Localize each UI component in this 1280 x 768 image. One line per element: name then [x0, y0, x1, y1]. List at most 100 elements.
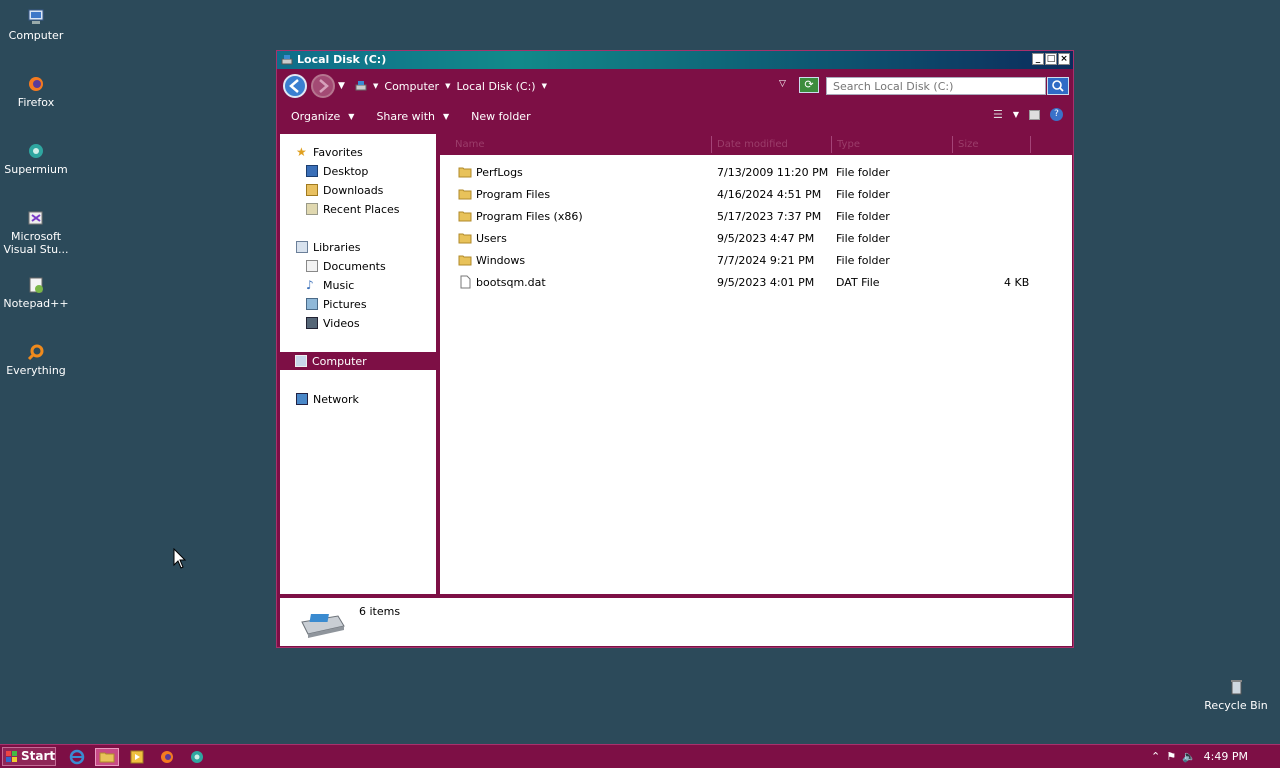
column-divider[interactable]	[711, 136, 712, 153]
chevron-down-icon[interactable]: ▼	[445, 82, 450, 90]
file-date: 4/16/2024 4:51 PM	[717, 188, 822, 201]
file-size: 4 KB	[1004, 276, 1030, 289]
nav-label: Music	[323, 278, 355, 292]
command-bar: Organize ▼ Share with ▼ New folder ☰ ▼ ?	[277, 101, 1073, 131]
share-with-button[interactable]: Share with ▼	[376, 110, 449, 123]
column-header-name[interactable]: Name	[455, 139, 485, 150]
nav-computer[interactable]: Computer	[280, 352, 436, 370]
file-list: Name Date modified Type Size PerfLogs 7/…	[440, 134, 1072, 594]
breadcrumb[interactable]: ▼ Computer ▼ Local Disk (C:) ▼	[355, 77, 797, 95]
explorer-taskbar-button[interactable]	[95, 748, 119, 766]
column-divider[interactable]	[831, 136, 832, 153]
start-button[interactable]: Start	[2, 747, 56, 766]
nav-downloads[interactable]: Downloads	[306, 181, 383, 199]
maximize-button[interactable]: □	[1045, 53, 1057, 65]
nav-pictures[interactable]: Pictures	[306, 295, 367, 313]
column-divider[interactable]	[952, 136, 953, 153]
column-header-size[interactable]: Size	[958, 139, 979, 150]
desktop-icon-label: Firefox	[17, 96, 55, 109]
refresh-button[interactable]: ⟳	[799, 77, 819, 93]
clock[interactable]: 4:49 PM	[1204, 750, 1248, 763]
action-center-icon[interactable]: ⚑	[1166, 750, 1176, 763]
nav-libraries[interactable]: Libraries	[296, 238, 361, 256]
new-folder-button[interactable]: New folder	[471, 110, 530, 123]
back-button[interactable]	[283, 74, 307, 98]
search-input[interactable]	[826, 77, 1046, 95]
nav-label: Desktop	[323, 164, 369, 178]
desktop-icon-computer[interactable]: Computer	[1, 8, 71, 42]
desktop-icon-recycle-bin[interactable]: Recycle Bin	[1201, 678, 1271, 712]
chevron-down-icon[interactable]: ▼	[1013, 110, 1019, 119]
everything-icon	[27, 344, 44, 361]
file-name: Program Files	[476, 188, 551, 201]
table-row[interactable]: Program Files (x86) 5/17/2023 7:37 PM Fi…	[440, 206, 1072, 228]
nav-label: Pictures	[323, 297, 367, 311]
nav-network[interactable]: Network	[296, 390, 359, 408]
nav-label: Recent Places	[323, 202, 400, 216]
internet-explorer-icon[interactable]	[68, 748, 86, 766]
desktop-icon-firefox[interactable]: Firefox	[1, 75, 71, 109]
column-header-type[interactable]: Type	[837, 139, 860, 150]
title-bar[interactable]: Local Disk (C:) _ □ ×	[277, 51, 1073, 69]
libraries-icon	[296, 241, 308, 253]
nav-desktop[interactable]: Desktop	[306, 162, 368, 180]
table-row[interactable]: PerfLogs 7/13/2009 11:20 PM File folder	[440, 162, 1072, 184]
minimize-button[interactable]: _	[1032, 53, 1044, 65]
table-row[interactable]: Program Files 4/16/2024 4:51 PM File fol…	[440, 184, 1072, 206]
music-icon: ♪	[306, 278, 314, 292]
desktop-icon-everything[interactable]: Everything	[1, 343, 71, 377]
desktop-icon-visual-studio[interactable]: Microsoft Visual Stu...	[1, 209, 71, 256]
item-count: 6 items	[359, 605, 401, 618]
desktop-icon-notepadpp[interactable]: Notepad++	[1, 276, 71, 310]
search-button[interactable]	[1047, 77, 1069, 95]
organize-button[interactable]: Organize ▼	[291, 110, 354, 123]
nav-recent-places[interactable]: Recent Places	[306, 200, 400, 218]
breadcrumb-local-disk[interactable]: Local Disk (C:)	[456, 80, 535, 93]
desktop-icon	[306, 165, 318, 177]
table-row[interactable]: bootsqm.dat 9/5/2023 4:01 PM DAT File 4 …	[440, 272, 1072, 294]
table-row[interactable]: Users 9/5/2023 4:47 PM File folder	[440, 228, 1072, 250]
table-row[interactable]: Windows 7/7/2024 9:21 PM File folder	[440, 250, 1072, 272]
documents-icon	[306, 260, 318, 272]
nav-favorites[interactable]: ★ Favorites	[296, 143, 363, 161]
videos-icon	[306, 317, 318, 329]
nav-label: Computer	[312, 354, 367, 368]
nav-videos[interactable]: Videos	[306, 314, 360, 332]
desktop-icon-supermium[interactable]: Supermium	[1, 142, 71, 176]
chevron-down-icon[interactable]: ▼	[373, 82, 378, 90]
help-icon[interactable]: ?	[1050, 108, 1063, 121]
nav-music[interactable]: ♪ Music	[306, 276, 354, 294]
desktop-icon-label: Microsoft Visual Stu...	[3, 230, 69, 256]
preview-pane-icon[interactable]	[1029, 109, 1040, 120]
desktop-icon-label: Notepad++	[3, 297, 69, 310]
organize-label: Organize	[291, 109, 341, 123]
file-date: 7/7/2024 9:21 PM	[717, 254, 815, 267]
nav-documents[interactable]: Documents	[306, 257, 386, 275]
computer-icon	[295, 355, 307, 367]
star-icon: ★	[296, 145, 307, 159]
show-hidden-icons-icon[interactable]: ⌃	[1151, 750, 1160, 763]
view-options-icon[interactable]: ☰	[993, 108, 1003, 121]
breadcrumb-computer[interactable]: Computer	[384, 80, 439, 93]
forward-button[interactable]	[311, 74, 335, 98]
firefox-icon[interactable]	[158, 748, 176, 766]
column-header-date[interactable]: Date modified	[717, 139, 788, 150]
close-button[interactable]: ×	[1058, 53, 1070, 65]
computer-crumb-icon	[355, 81, 367, 91]
file-type: File folder	[836, 166, 890, 179]
supermium-icon[interactable]	[188, 748, 206, 766]
desktop-icon-label: Supermium	[4, 163, 68, 176]
recent-pages-dropdown[interactable]: ▼	[338, 81, 345, 91]
start-label: Start	[21, 749, 56, 763]
nav-label: Documents	[323, 259, 386, 273]
chevron-down-icon[interactable]: ▼	[542, 82, 547, 90]
address-dropdown[interactable]: ▽	[779, 79, 786, 89]
system-tray: ⌃ ⚑ 🔈	[1151, 750, 1196, 763]
file-date: 9/5/2023 4:01 PM	[717, 276, 815, 289]
column-headers: Name Date modified Type Size	[440, 134, 1072, 155]
volume-icon[interactable]: 🔈	[1182, 750, 1196, 763]
column-divider[interactable]	[1030, 136, 1031, 153]
chevron-down-icon: ▼	[443, 111, 450, 121]
details-pane: 6 items	[280, 598, 1072, 646]
media-player-icon[interactable]	[128, 748, 146, 766]
